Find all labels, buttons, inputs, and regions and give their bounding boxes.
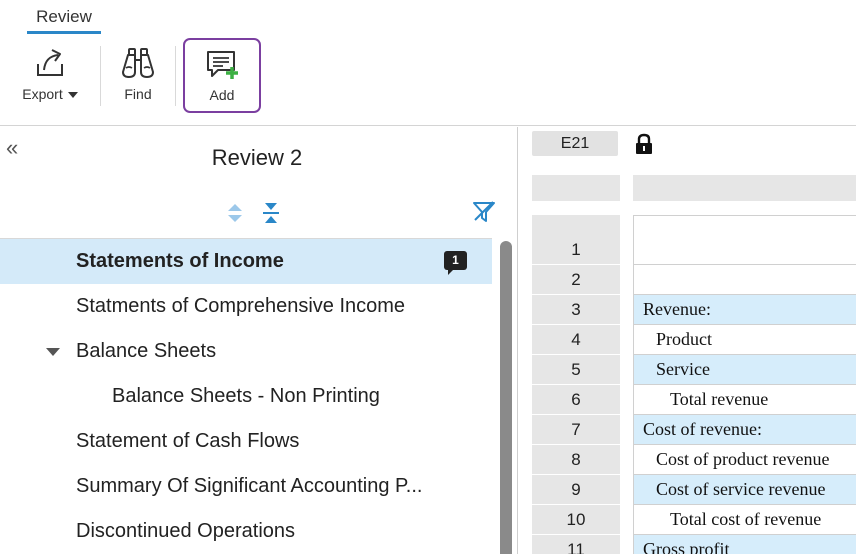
sheet-row: 8 Cost of product revenue: [532, 445, 856, 475]
row-number-label: 4: [571, 330, 581, 349]
cell-text: Product: [656, 329, 712, 349]
row-number-label: 5: [571, 360, 581, 379]
cell-text: Revenue:: [643, 299, 711, 319]
row-number[interactable]: 8: [532, 445, 620, 475]
row-number-label: 9: [571, 480, 581, 499]
scrollbar-thumb[interactable]: [500, 241, 512, 554]
tree-item-comprehensive-income[interactable]: Statments of Comprehensive Income: [0, 284, 492, 329]
sheet-cell[interactable]: Total revenue: [633, 385, 856, 415]
row-number[interactable]: 4: [532, 325, 620, 355]
tree-item-label: Summary Of Significant Accounting P...: [76, 475, 423, 497]
toolbar-divider: [100, 46, 101, 106]
sheet-row: 5 Service: [532, 355, 856, 385]
tree-item-label: Statement of Cash Flows: [76, 430, 300, 452]
sheet-cell[interactable]: [633, 265, 856, 295]
tree-item-label: Balance Sheets: [76, 340, 217, 362]
tree-item-balance-sheets-non-printing[interactable]: Balance Sheets - Non Printing: [0, 374, 492, 419]
tree-item-label: Statements of Income: [76, 250, 284, 272]
corner-header: [532, 175, 620, 201]
tree-item-accounting-policies[interactable]: Summary Of Significant Accounting P...: [0, 464, 492, 509]
sheet-row: 9 Cost of service revenue: [532, 475, 856, 505]
row-number-label: 2: [571, 270, 581, 289]
tree-item-label: Discontinued Operations: [76, 520, 296, 542]
tree-item-balance-sheets[interactable]: Balance Sheets: [0, 329, 492, 374]
tree-item-cash-flows[interactable]: Statement of Cash Flows: [0, 419, 492, 464]
sort-up-down-icon[interactable]: [226, 202, 244, 224]
sheet-row: 3 Revenue:: [532, 295, 856, 325]
cell-reference-box[interactable]: E21: [532, 131, 618, 156]
add-comment-button[interactable]: Add: [183, 38, 261, 113]
spreadsheet-grid: 1 2 3 Revenue: 4 Product 5 Service 6 Total revenu…: [532, 215, 856, 554]
expand-caret-icon[interactable]: [46, 348, 60, 356]
sheet-row: 10 Total cost of revenue: [532, 505, 856, 535]
sheet-cell[interactable]: [633, 215, 856, 265]
row-number[interactable]: 3: [532, 295, 620, 325]
column-header[interactable]: [633, 175, 856, 201]
row-number[interactable]: 5: [532, 355, 620, 385]
review-tree: Statements of Income 1 Statments of Comp…: [0, 238, 492, 554]
row-number-label: 10: [566, 510, 586, 529]
chevron-down-icon: [67, 92, 78, 99]
filter-off-icon[interactable]: [472, 200, 496, 224]
cell-text: Cost of product revenue: [656, 449, 830, 469]
row-number-label: 7: [571, 420, 581, 439]
find-label: Find: [124, 86, 152, 102]
row-number-label: 3: [571, 300, 581, 319]
tree-scrollbar[interactable]: [498, 241, 514, 554]
row-number-label: 8: [571, 450, 581, 469]
tree-item-label: Statments of Comprehensive Income: [76, 295, 406, 317]
comment-count-badge: 1: [444, 251, 467, 275]
cell-text: Total cost of revenue: [670, 509, 822, 529]
row-number[interactable]: 7: [532, 415, 620, 445]
sheet-row: 2: [532, 265, 856, 295]
row-number[interactable]: 9: [532, 475, 620, 505]
sheet-row: 11 Gross profit: [532, 535, 856, 554]
pane-title: Review 2: [211, 145, 303, 170]
row-number[interactable]: 1: [532, 215, 620, 265]
sheet-cell[interactable]: Product: [633, 325, 856, 355]
cell-text: Service: [656, 359, 710, 379]
export-label: Export: [22, 86, 63, 102]
cell-text: Gross profit: [643, 539, 730, 554]
row-number[interactable]: 6: [532, 385, 620, 415]
toolbar-divider: [175, 46, 176, 106]
tree-item-discontinued-operations[interactable]: Discontinued Operations: [0, 509, 492, 554]
sheet-cell[interactable]: Cost of service revenue: [633, 475, 856, 505]
find-button[interactable]: Find: [112, 40, 164, 112]
spreadsheet-pane: E21 1 2 3 Revenue: 4 Product 5 Service 6 Total re…: [519, 127, 856, 554]
sheet-cell[interactable]: Total cost of revenue: [633, 505, 856, 535]
sheet-cell[interactable]: Cost of revenue:: [633, 415, 856, 445]
row-number[interactable]: 2: [532, 265, 620, 295]
sheet-cell[interactable]: Service: [633, 355, 856, 385]
row-number-label: 11: [567, 540, 585, 554]
cell-text: Total revenue: [670, 389, 769, 409]
row-number-label: 6: [571, 390, 581, 409]
row-number[interactable]: 10: [532, 505, 620, 535]
sheet-row: 6 Total revenue: [532, 385, 856, 415]
export-button[interactable]: Export: [12, 40, 88, 112]
collapse-all-icon[interactable]: [262, 202, 280, 224]
sheet-cell[interactable]: Cost of product revenue: [633, 445, 856, 475]
tree-item-label: Balance Sheets - Non Printing: [112, 385, 380, 407]
export-icon: [37, 49, 63, 76]
sheet-cell[interactable]: Gross profit: [633, 535, 856, 554]
row-number[interactable]: 11: [532, 535, 620, 554]
review-navigation-pane: « Review 2 Statements of Income 1 Statme…: [0, 127, 518, 554]
ribbon: Review Export Find Add: [0, 0, 856, 126]
row-number-label: 1: [571, 240, 581, 259]
cell-text: Cost of service revenue: [656, 479, 826, 499]
lock-icon: [636, 133, 652, 154]
tab-review[interactable]: Review: [27, 6, 101, 34]
sheet-row: 4 Product: [532, 325, 856, 355]
sheet-cell[interactable]: Revenue:: [633, 295, 856, 325]
sheet-row: 1: [532, 215, 856, 265]
binoculars-icon: [122, 48, 154, 78]
sheet-row: 7 Cost of revenue:: [532, 415, 856, 445]
add-label: Add: [209, 87, 235, 103]
cell-text: Cost of revenue:: [643, 419, 762, 439]
tree-item-statements-of-income[interactable]: Statements of Income 1: [0, 239, 492, 284]
add-comment-icon: [207, 51, 238, 79]
